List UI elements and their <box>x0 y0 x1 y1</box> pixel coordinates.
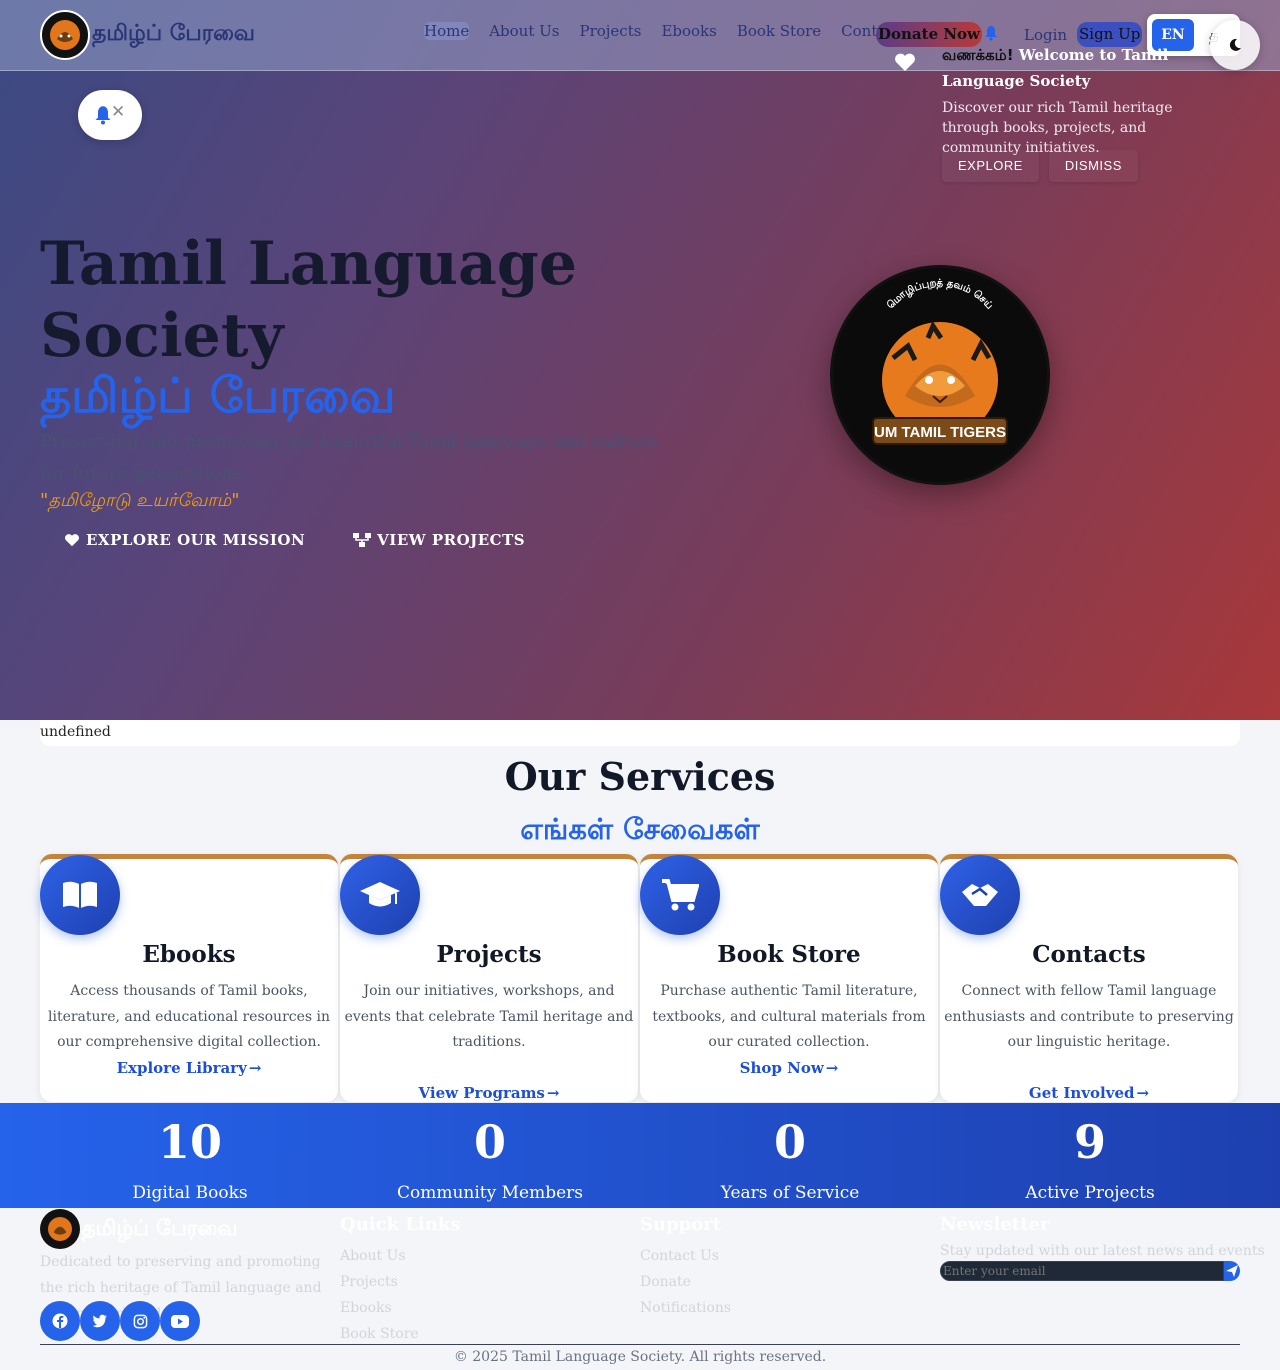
stat-label: Years of Service <box>720 1183 860 1203</box>
nav-home[interactable]: Home <box>424 22 470 40</box>
stat-label: Digital Books <box>132 1183 248 1203</box>
stat-label: Active Projects <box>1025 1183 1155 1203</box>
brand[interactable]: தமிழ்ப் பேரவை <box>40 10 255 60</box>
email-field[interactable] <box>940 1261 1224 1281</box>
footer-logo <box>40 1209 80 1249</box>
stat-number: 0 <box>473 1115 506 1169</box>
support-links: Support Contact Us Donate Notifications <box>640 1214 731 1321</box>
card-title: Ebooks <box>142 941 236 968</box>
footer-link-donate[interactable]: Donate <box>640 1269 731 1295</box>
subscribe-button[interactable] <box>1224 1261 1240 1281</box>
arrow-right-icon: → <box>248 1059 262 1077</box>
brand-logo <box>40 10 90 60</box>
broken-image: undefined <box>40 720 1240 746</box>
footer-link-contact[interactable]: Contact Us <box>640 1243 731 1269</box>
youtube-icon[interactable] <box>160 1301 200 1341</box>
view-projects-button[interactable]: VIEW PROJECTS <box>329 522 549 558</box>
theme-toggle-button[interactable] <box>1210 20 1260 70</box>
dismiss-button[interactable]: DISMISS <box>1048 150 1138 182</box>
quick-links: Quick Links About Us Projects Ebooks Boo… <box>340 1214 461 1347</box>
facebook-icon[interactable] <box>40 1301 80 1341</box>
logo-name-text: UM TAMIL TIGERS <box>874 424 1006 441</box>
hero-title-tamil: தமிழ்ப் பேரவை <box>40 368 396 424</box>
footer-link-about[interactable]: About Us <box>340 1243 461 1269</box>
card-desc: Access thousands of Tamil books, literat… <box>47 983 331 1051</box>
arrow-right-icon: → <box>1136 1084 1150 1102</box>
view-programs-link[interactable]: View Programs → <box>340 1084 638 1102</box>
bell-icon[interactable] <box>984 25 998 41</box>
get-involved-link[interactable]: Get Involved → <box>940 1084 1238 1102</box>
hero-subtitle: Preserving and promoting the beautiful T… <box>40 431 658 484</box>
footer-link-projects[interactable]: Projects <box>340 1269 461 1295</box>
social-links <box>40 1301 200 1341</box>
hero-logo: மொழிப்புறத் தவம் செய் UM TAMIL TIGERS <box>830 265 1050 485</box>
sitemap-icon <box>353 533 372 547</box>
handshake-icon <box>940 855 1020 935</box>
twitter-icon[interactable] <box>80 1301 120 1341</box>
heart-icon <box>895 53 915 71</box>
quick-links-title: Quick Links <box>340 1214 461 1235</box>
footer: தமிழ்ப் பேரவை Dedicated to preserving an… <box>0 1208 1280 1370</box>
send-icon <box>1226 1265 1238 1277</box>
support-title: Support <box>640 1214 722 1235</box>
services-cards: Ebooks Access thousands of Tamil books, … <box>40 854 1238 1102</box>
service-card-contacts: Contacts Connect with fellow Tamil langu… <box>940 854 1238 1102</box>
services-title: Our Services <box>504 754 776 799</box>
card-desc: Join our initiatives, workshops, and eve… <box>344 983 634 1051</box>
footer-brand[interactable]: தமிழ்ப் பேரவை <box>40 1209 238 1249</box>
logo-arc-text: மொழிப்புறத் தவம் செய் <box>885 278 995 312</box>
instagram-icon[interactable] <box>120 1301 160 1341</box>
copyright: © 2025 Tamil Language Society. All right… <box>453 1349 827 1365</box>
welcome-text: Discover our rich Tamil heritage through… <box>942 100 1173 156</box>
explore-button[interactable]: EXPLORE <box>942 150 1039 182</box>
nav-ebooks[interactable]: Ebooks <box>661 22 716 40</box>
heart-icon <box>65 534 79 547</box>
nav-projects[interactable]: Projects <box>579 22 641 40</box>
nav-bookstore[interactable]: Book Store <box>737 22 821 40</box>
graduation-cap-icon <box>340 855 420 935</box>
stats-band: 10 Digital Books 0 Community Members 0 Y… <box>0 1103 1280 1208</box>
hero-quote: "தமிழோடு உயர்வோம்" <box>40 490 240 511</box>
service-card-projects: Projects Join our initiatives, workshops… <box>340 854 638 1102</box>
cart-icon <box>640 855 720 935</box>
footer-brand-name: தமிழ்ப் பேரவை <box>82 1215 238 1240</box>
shop-now-link[interactable]: Shop Now → <box>640 1059 938 1077</box>
welcome-title: வணக்கம்! Welcome to Tamil Language Socie… <box>942 46 1169 90</box>
moon-icon <box>1229 38 1241 51</box>
service-card-ebooks: Ebooks Access thousands of Tamil books, … <box>40 854 338 1102</box>
explore-library-link[interactable]: Explore Library → <box>40 1059 338 1077</box>
nav-links: Home About Us Projects Ebooks Book Store… <box>424 22 946 40</box>
services-title-tamil: எங்கள் சேவைகள் <box>520 812 760 846</box>
card-title: Book Store <box>717 941 861 968</box>
newsletter: Newsletter Stay updated with our latest … <box>940 1214 1265 1281</box>
footer-link-ebooks[interactable]: Ebooks <box>340 1295 461 1321</box>
card-title: Projects <box>436 941 542 968</box>
stat-number: 9 <box>1073 1115 1106 1169</box>
card-desc: Connect with fellow Tamil language enthu… <box>944 983 1234 1051</box>
nav-about[interactable]: About Us <box>489 22 559 40</box>
footer-divider <box>40 1344 1240 1345</box>
footer-link-notifications[interactable]: Notifications <box>640 1295 731 1321</box>
close-icon[interactable]: ✕ <box>111 102 125 122</box>
hero-section: தமிழ்ப் பேரவை Home About Us Projects Ebo… <box>0 0 1280 720</box>
svg-text:மொழிப்புறத் தவம் செய்: மொழிப்புறத் தவம் செய் <box>885 278 995 312</box>
book-icon <box>40 855 120 935</box>
arrow-right-icon: → <box>546 1084 560 1102</box>
stat-label: Community Members <box>396 1183 584 1203</box>
brand-name: தமிழ்ப் பேரவை <box>92 21 255 46</box>
newsletter-title: Newsletter <box>940 1214 1050 1235</box>
service-card-bookstore: Book Store Purchase authentic Tamil lite… <box>640 854 938 1102</box>
hero-title: Tamil Language Society <box>40 229 578 371</box>
card-title: Contacts <box>1032 941 1146 968</box>
bell-icon <box>95 106 111 125</box>
stat-number: 10 <box>157 1115 222 1169</box>
stat-number: 0 <box>773 1115 806 1169</box>
arrow-right-icon: → <box>825 1059 839 1077</box>
card-desc: Purchase authentic Tamil literature, tex… <box>652 983 926 1051</box>
newsletter-text: Stay updated with our latest news and ev… <box>940 1243 1265 1259</box>
notification-toggle[interactable]: ✕ <box>78 90 142 140</box>
explore-mission-button[interactable]: EXPLORE OUR MISSION <box>40 522 329 558</box>
